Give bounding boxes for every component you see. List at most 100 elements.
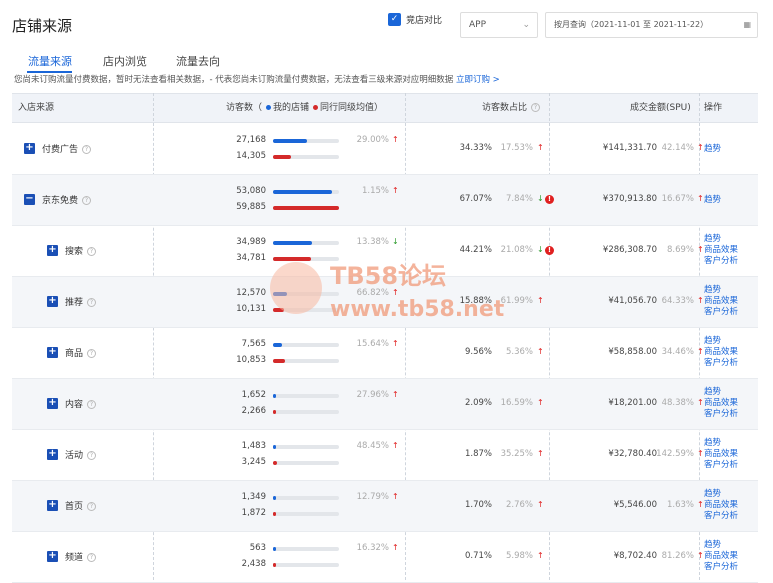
row-peer-visitors: 10,131 [236,304,266,314]
plus-icon[interactable]: + [47,449,58,460]
product-effect-link[interactable]: 商品效果 [704,551,738,562]
trend-link[interactable]: 趋势 [704,540,721,551]
row-source-label: 搜索 [65,247,84,257]
trend-link[interactable]: 趋势 [704,387,721,398]
plus-icon[interactable]: + [47,296,58,307]
tab-store-browse[interactable]: 店内浏览 [103,53,147,69]
warning-icon[interactable]: ! [545,195,554,204]
help-icon[interactable]: ? [82,196,92,205]
arrow-down-icon: ↓ [537,194,544,203]
mine-visitors-bar [273,394,276,398]
row-peer-visitors: 1,872 [241,508,266,518]
row-amount: ¥41,056.70 [608,296,657,306]
competitor-compare-checkbox[interactable]: ✓ 竞店对比 [388,13,442,26]
row-source-label: 推荐 [65,298,84,308]
tab-traffic-source[interactable]: 流量来源 [28,53,72,69]
arrow-up-icon: ↑ [697,551,704,560]
bar-track [273,512,339,516]
row-share-change: 5.36% [505,347,533,357]
customer-analysis-link[interactable]: 客户分析 [704,511,738,522]
row-peer-visitors: 59,885 [236,202,266,212]
plus-icon[interactable]: + [47,245,58,256]
plus-icon[interactable]: + [47,551,58,562]
platform-select[interactable]: APP ⌄ [460,12,538,38]
product-effect-link[interactable]: 商品效果 [704,296,738,307]
warning-icon[interactable]: ! [545,246,554,255]
customer-analysis-link[interactable]: 客户分析 [704,307,738,318]
subscribe-link[interactable]: 立即订购 > [456,75,500,85]
platform-select-value: APP [469,20,487,30]
tab-bar: 流量来源 店内浏览 流量去向 [0,50,773,74]
table-row: + 内容? 1,652 2,266 27.96% ↑ 2.09% 16.59% ↑ ¥18,201… [12,379,758,430]
arrow-up-icon: ↑ [392,543,399,552]
customer-analysis-link[interactable]: 客户分析 [704,256,738,267]
product-effect-link[interactable]: 商品效果 [704,500,738,511]
help-icon[interactable]: ? [87,400,97,409]
customer-analysis-link[interactable]: 客户分析 [704,562,738,573]
row-amount: ¥18,201.00 [608,398,657,408]
minus-icon[interactable]: − [24,194,35,205]
bar-track [273,343,339,347]
product-effect-link[interactable]: 商品效果 [704,347,738,358]
help-icon[interactable]: ? [87,451,97,460]
trend-link[interactable]: 趋势 [704,144,721,155]
trend-link[interactable]: 趋势 [704,489,721,500]
legend-peer-label: 同行同级均值） [320,103,384,113]
table-row: + 搜索? 34,989 34,781 13.38% ↓ 44.21% 21.08% ↓! ¥28… [12,226,758,277]
row-amount-change: 64.33% [661,296,694,306]
arrow-up-icon: ↑ [697,449,704,458]
customer-analysis-link[interactable]: 客户分析 [704,358,738,369]
mine-visitors-bar [273,343,282,347]
trend-link[interactable]: 趋势 [704,234,721,245]
row-peer-visitors: 3,245 [241,457,266,467]
row-peer-visitors: 34,781 [236,253,266,263]
trend-link[interactable]: 趋势 [704,336,721,347]
help-icon[interactable]: ? [87,502,97,511]
row-visitor-change: 12.79% [356,492,389,502]
arrow-down-icon: ↓ [392,237,399,246]
checkbox-checked-icon[interactable]: ✓ [388,13,401,26]
plus-icon[interactable]: + [47,347,58,358]
help-icon[interactable]: ? [87,553,97,562]
table-row: + 付费广告? 27,168 14,305 29.00% ↑ 34.33% 17.53% ↑ ¥1… [12,124,758,175]
chevron-down-icon: ⌄ [522,20,530,30]
help-icon[interactable]: ? [82,145,92,154]
product-effect-link[interactable]: 商品效果 [704,398,738,409]
tab-traffic-destination[interactable]: 流量去向 [176,53,220,69]
help-icon[interactable]: ? [531,103,541,112]
product-effect-link[interactable]: 商品效果 [704,245,738,256]
plus-icon[interactable]: + [47,500,58,511]
table-row: − 京东免费? 53,080 59,885 1.15% ↑ 67.07% 7.84% ↓! ¥37… [12,175,758,226]
customer-analysis-link[interactable]: 客户分析 [704,409,738,420]
row-share-change: 61.99% [500,296,533,306]
row-visitor-change: 1.15% [361,186,389,196]
row-source-label: 活动 [65,451,84,461]
row-amount-change: 48.38% [661,398,694,408]
peer-visitors-bar [273,155,291,159]
row-amount-change: 81.26% [661,551,694,561]
row-visitor-change: 29.00% [356,135,389,145]
notice-text: 您尚未订购流量付费数据，暂时无法查看相关数据，- 代表您尚未订购流量付费数据，无… [14,75,454,85]
arrow-up-icon: ↑ [697,347,704,356]
trend-link[interactable]: 趋势 [704,285,721,296]
trend-link[interactable]: 趋势 [704,195,721,206]
row-source-label: 付费广告 [42,145,79,155]
plus-icon[interactable]: + [47,398,58,409]
arrow-up-icon: ↑ [537,551,544,560]
bar-track [273,394,339,398]
peer-visitors-bar [273,410,276,414]
subscription-notice: 您尚未订购流量付费数据，暂时无法查看相关数据，- 代表您尚未订购流量付费数据，无… [14,73,500,85]
plus-icon[interactable]: + [24,143,35,154]
bar-track [273,547,339,551]
trend-link[interactable]: 趋势 [704,438,721,449]
customer-analysis-link[interactable]: 客户分析 [704,460,738,471]
peer-visitors-bar [273,359,285,363]
help-icon[interactable]: ? [87,298,97,307]
table-header: 入店来源 访客数（ 我的店铺 同行同级均值） 访客数占比? 成交金额(SPU) 操作 [12,93,758,123]
col-source-header: 入店来源 [18,103,55,113]
help-icon[interactable]: ? [87,247,97,256]
date-range-picker[interactable]: 按月查询（2021-11-01 至 2021-11-22） ▦ [545,12,758,38]
row-visitor-change: 48.45% [356,441,389,451]
help-icon[interactable]: ? [87,349,97,358]
product-effect-link[interactable]: 商品效果 [704,449,738,460]
